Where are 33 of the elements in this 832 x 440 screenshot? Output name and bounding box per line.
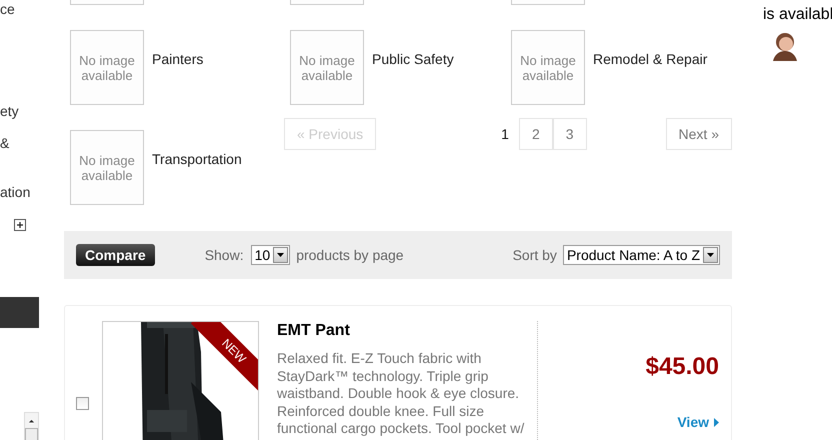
expand-icon[interactable] [14,219,26,231]
next-button[interactable]: Next » [666,118,732,150]
show-label: Show: [204,246,244,264]
scrollbar[interactable] [24,412,39,440]
per-page-label: products by page [296,246,404,265]
category-link[interactable]: Transportation [152,149,242,170]
sort-label: Sort by [512,246,557,265]
category-link[interactable]: Painters [152,49,204,70]
caret-icon [277,253,284,257]
chat-status: is availabl [763,5,832,24]
view-link[interactable]: View [677,412,719,433]
no-image-label: No image available [298,52,356,82]
page-link[interactable]: 3 [552,118,587,150]
page-link[interactable]: 2 [518,118,553,150]
sidebar-link[interactable]: ation [0,183,40,201]
triangle-icon [714,418,719,427]
category-link[interactable]: Remodel & Repair [593,49,708,70]
sidebar-link[interactable]: & [0,134,40,152]
sidebar-link[interactable]: ce [0,0,40,18]
category-link[interactable]: Public Safety [372,49,454,70]
sidebar-link[interactable]: ety [0,102,40,120]
product-description: Relaxed fit. E-Z Touch fabric with StayDark™ technology. Triple grip waistband. Double hook & eye closure. Reinforced double knee. Full size functional cargo pockets. Tool pocket w/ [277,350,526,438]
product-price: $45.00 [646,352,719,382]
product-title[interactable]: EMT Pant [277,321,527,341]
no-image-label: No image available [519,52,577,82]
sort-select[interactable]: Product Name: A to Z [562,245,720,265]
no-image-label: No image available [78,52,136,82]
sidebar-banner [0,297,39,328]
no-image-label: No image available [78,152,136,182]
caret-icon [707,253,714,257]
compare-checkbox[interactable] [76,397,89,410]
per-page-select[interactable]: 10 [250,245,290,265]
compare-button[interactable]: Compare [76,244,155,266]
